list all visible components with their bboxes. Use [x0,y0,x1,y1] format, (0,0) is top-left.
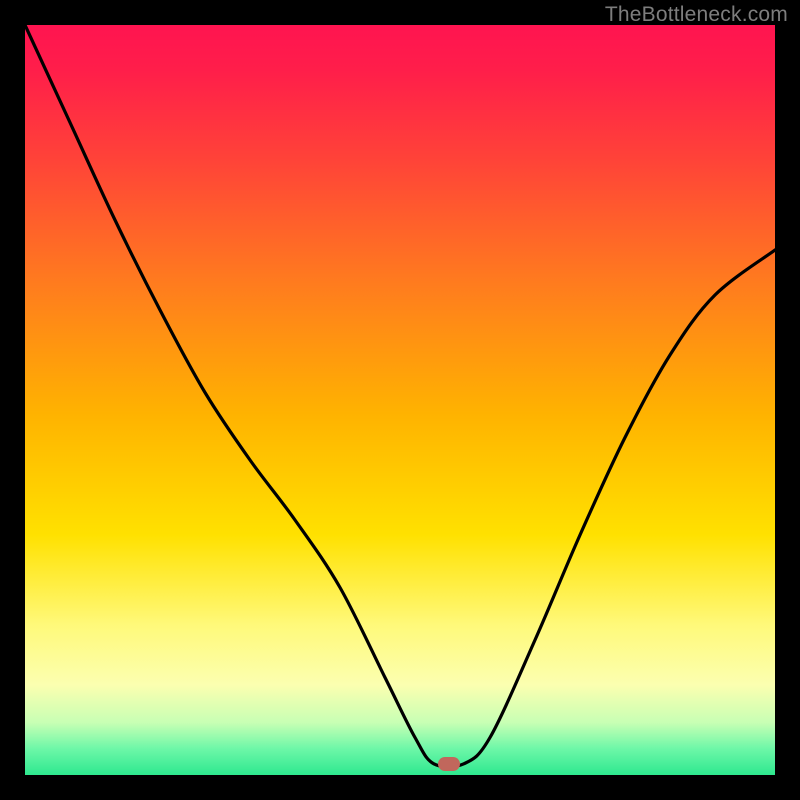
optimal-point-marker [438,757,460,771]
chart-frame: TheBottleneck.com [0,0,800,800]
plot-area [25,25,775,775]
watermark-text: TheBottleneck.com [605,3,788,27]
bottleneck-curve [25,25,775,775]
